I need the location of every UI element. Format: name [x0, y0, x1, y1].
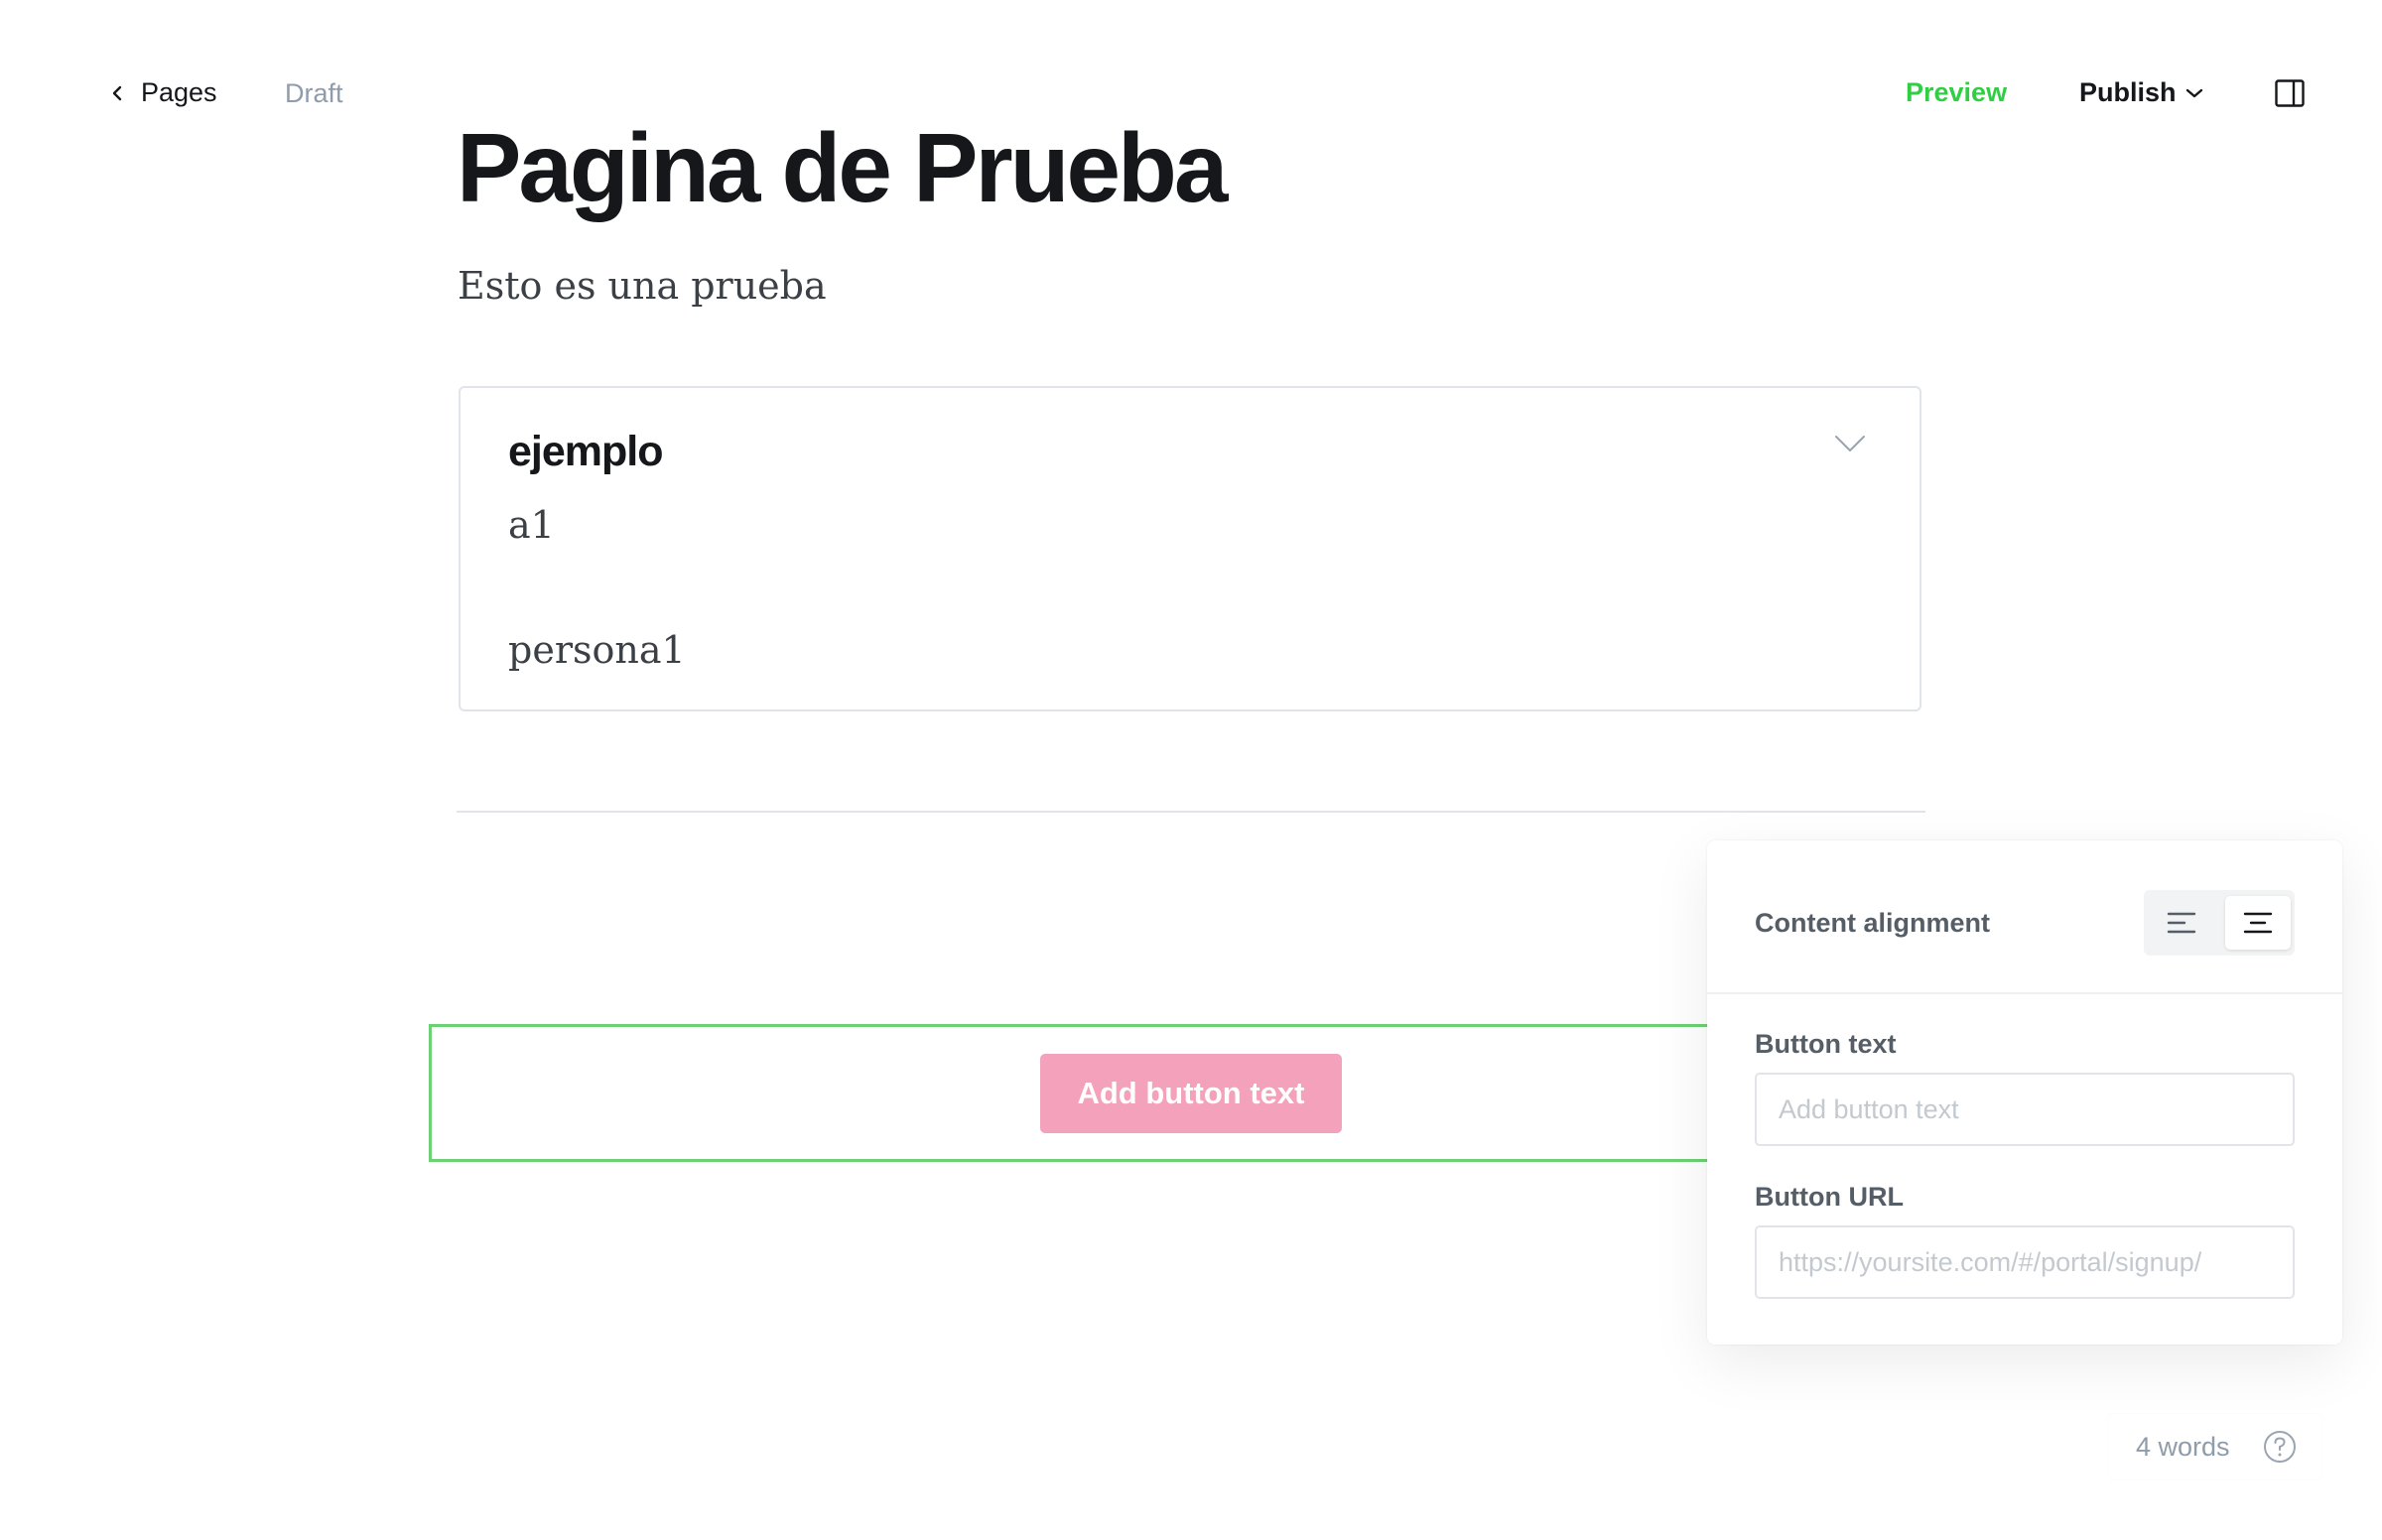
sidebar-toggle-icon[interactable] [2275, 79, 2305, 107]
align-center-icon [2243, 912, 2273, 934]
button-settings-panel: Content alignment Button text Button URL [1707, 840, 2342, 1345]
content-alignment-label: Content alignment [1755, 908, 1990, 938]
button-text-label: Button text [1755, 1029, 1897, 1059]
button-text-input[interactable] [1755, 1073, 2295, 1146]
alignment-toggle-group [2144, 890, 2295, 956]
word-count-badge: 4 words [2108, 1414, 2322, 1479]
divider [457, 811, 1925, 813]
editor-page: Pages Draft Preview Publish Pagina de Pr… [0, 0, 2382, 1540]
chevron-left-icon [112, 85, 122, 100]
button-url-label: Button URL [1755, 1182, 1904, 1212]
align-left-button[interactable] [2150, 896, 2215, 950]
panel-divider [1707, 992, 2342, 994]
word-count-label: 4 words [2136, 1432, 2230, 1462]
chevron-down-icon [2185, 88, 2202, 97]
help-icon[interactable] [2263, 1430, 2297, 1464]
button-url-input[interactable] [1755, 1225, 2295, 1299]
back-link-label: Pages [141, 77, 217, 107]
toggle-content-line[interactable]: a1 [508, 503, 555, 547]
page-excerpt[interactable]: Esto es una prueba [458, 264, 827, 308]
preview-button[interactable]: Preview [1906, 77, 2007, 108]
publish-button[interactable]: Publish [2079, 77, 2204, 108]
back-to-pages-link[interactable]: Pages [107, 77, 217, 108]
publish-button-label: Publish [2079, 77, 2177, 107]
post-status: Draft [285, 78, 343, 108]
chevron-down-icon[interactable] [1834, 434, 1866, 453]
align-center-button[interactable] [2225, 896, 2291, 950]
align-left-icon [2167, 912, 2196, 934]
cta-button[interactable]: Add button text [1040, 1054, 1342, 1133]
toggle-heading[interactable]: ejemplo [508, 428, 663, 476]
toggle-content-line[interactable]: persona1 [508, 628, 686, 672]
toggle-card[interactable]: ejemplo a1 persona1 [459, 386, 1921, 711]
page-title[interactable]: Pagina de Prueba [457, 114, 1228, 222]
